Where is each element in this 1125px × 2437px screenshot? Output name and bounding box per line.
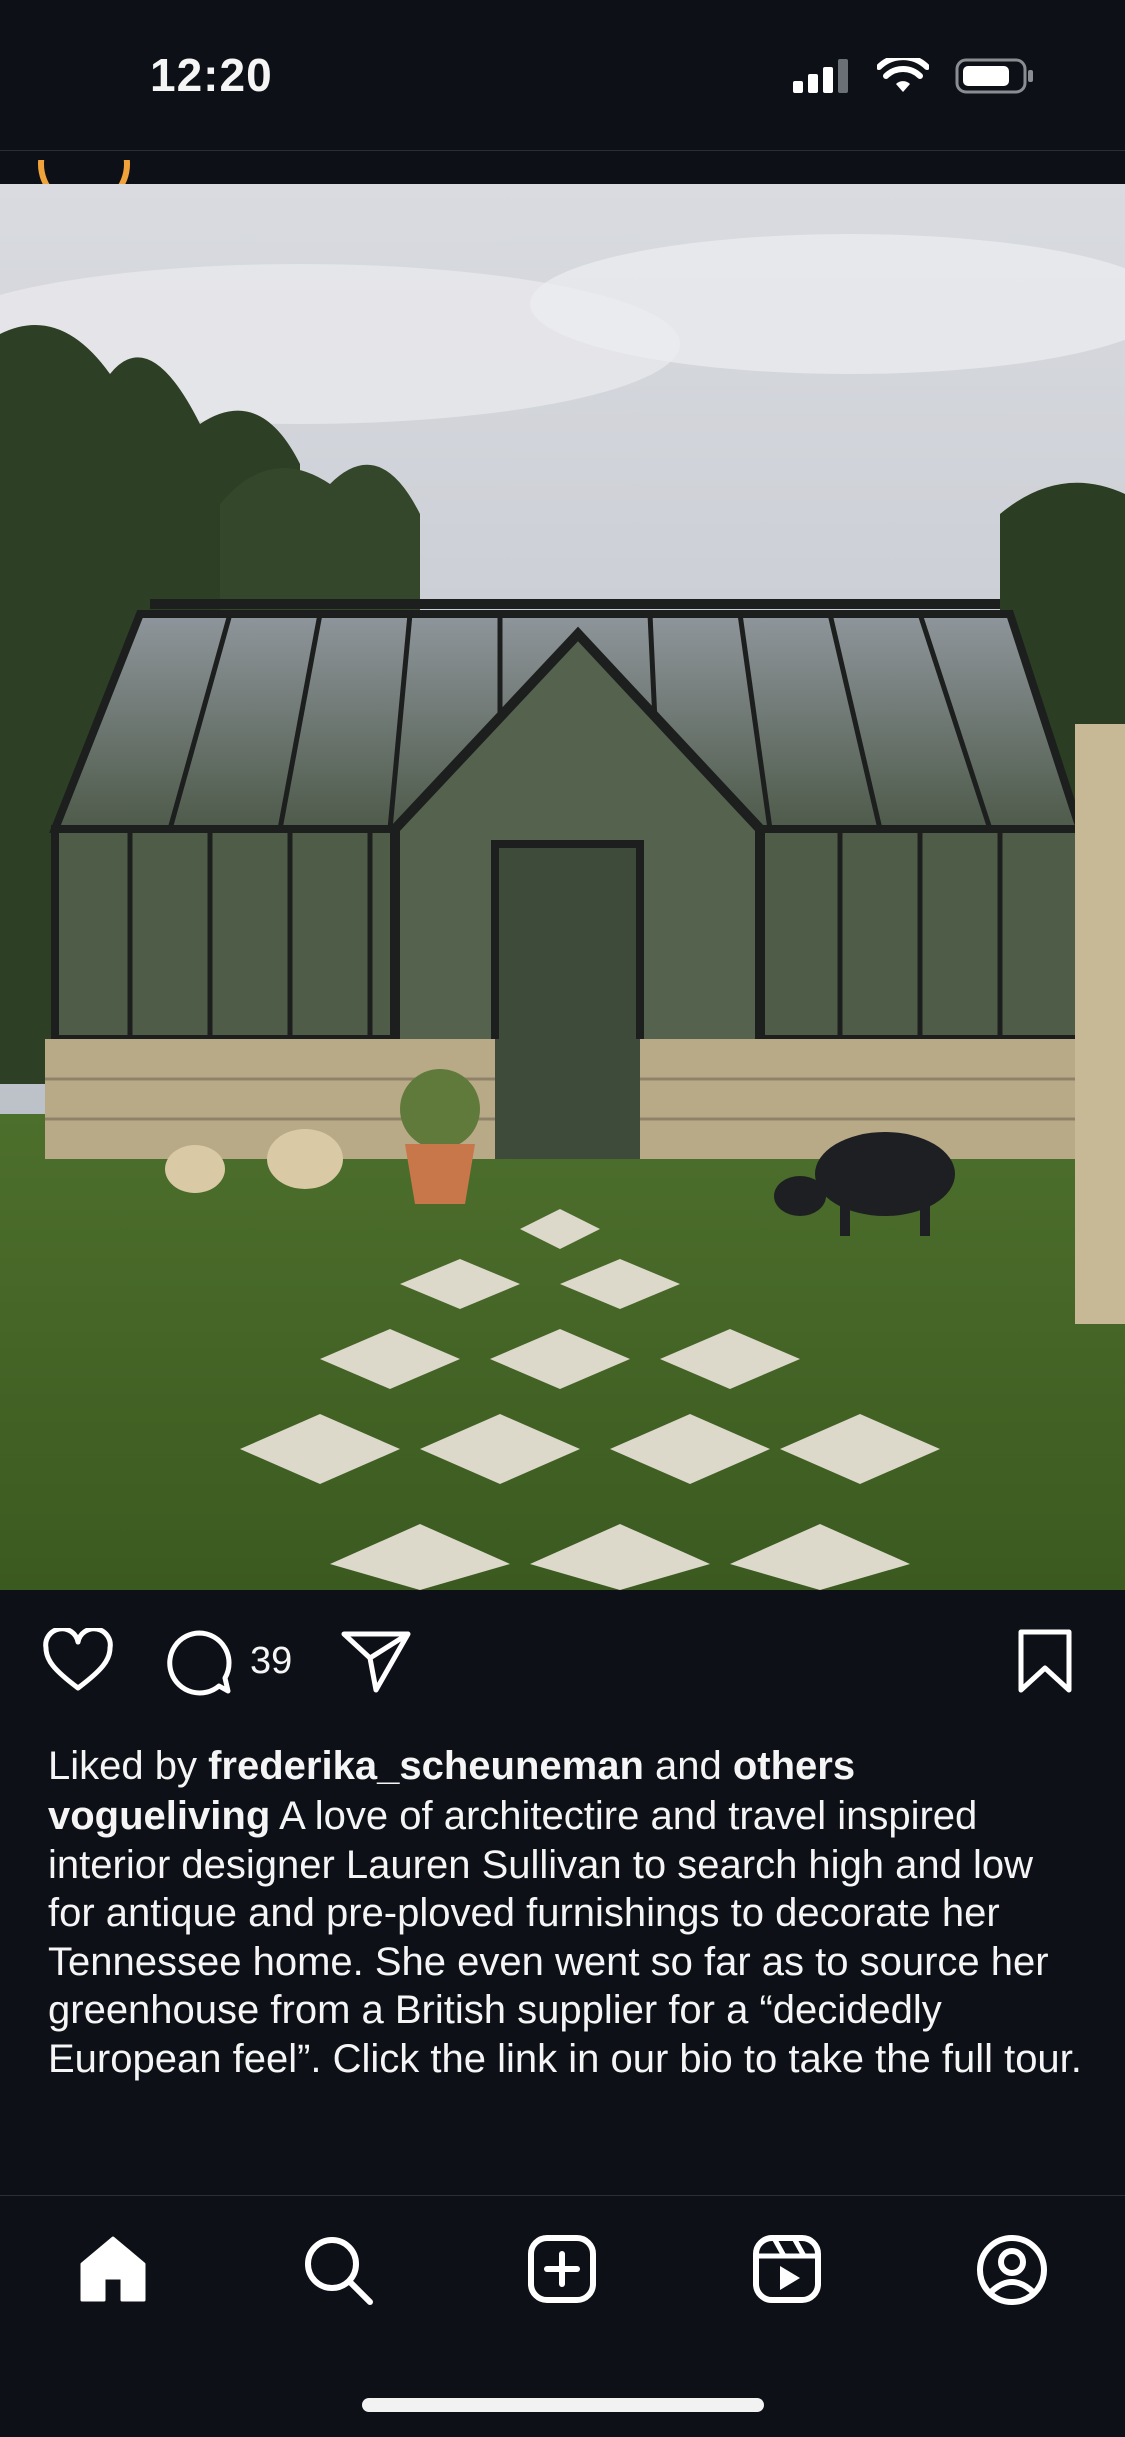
post-actions bbox=[0, 1590, 1125, 1740]
heart-icon[interactable] bbox=[42, 1628, 114, 1694]
liked-by: Liked by frederika_scheuneman and others bbox=[48, 1742, 855, 1790]
liked-by-prefix: Liked by bbox=[48, 1744, 209, 1788]
post-image[interactable] bbox=[0, 184, 1125, 1590]
liked-by-user[interactable]: frederika_scheuneman bbox=[208, 1744, 644, 1788]
comment-count[interactable]: 39 bbox=[250, 1640, 292, 1683]
liked-by-others[interactable]: others bbox=[733, 1744, 855, 1788]
share-icon[interactable] bbox=[340, 1628, 412, 1694]
status-bar: 12:20 bbox=[0, 0, 1125, 150]
create-icon[interactable] bbox=[527, 2234, 597, 2304]
status-icons bbox=[793, 58, 1035, 94]
signal-icon bbox=[793, 59, 848, 93]
caption-username[interactable]: vogueliving bbox=[48, 1794, 270, 1838]
post-header-strip bbox=[0, 150, 1125, 185]
post-caption: vogueliving A love of architectire and t… bbox=[48, 1792, 1088, 2083]
status-time: 12:20 bbox=[150, 49, 273, 101]
reels-icon[interactable] bbox=[752, 2234, 822, 2304]
home-indicator bbox=[362, 2398, 764, 2412]
battery-icon bbox=[955, 58, 1033, 94]
liked-by-middle: and bbox=[643, 1744, 733, 1788]
wifi-icon bbox=[877, 58, 929, 92]
comment-icon[interactable] bbox=[164, 1628, 234, 1696]
bookmark-icon[interactable] bbox=[1016, 1628, 1074, 1694]
home-icon[interactable] bbox=[78, 2234, 148, 2302]
search-icon[interactable] bbox=[302, 2234, 374, 2306]
profile-icon[interactable] bbox=[976, 2234, 1048, 2306]
